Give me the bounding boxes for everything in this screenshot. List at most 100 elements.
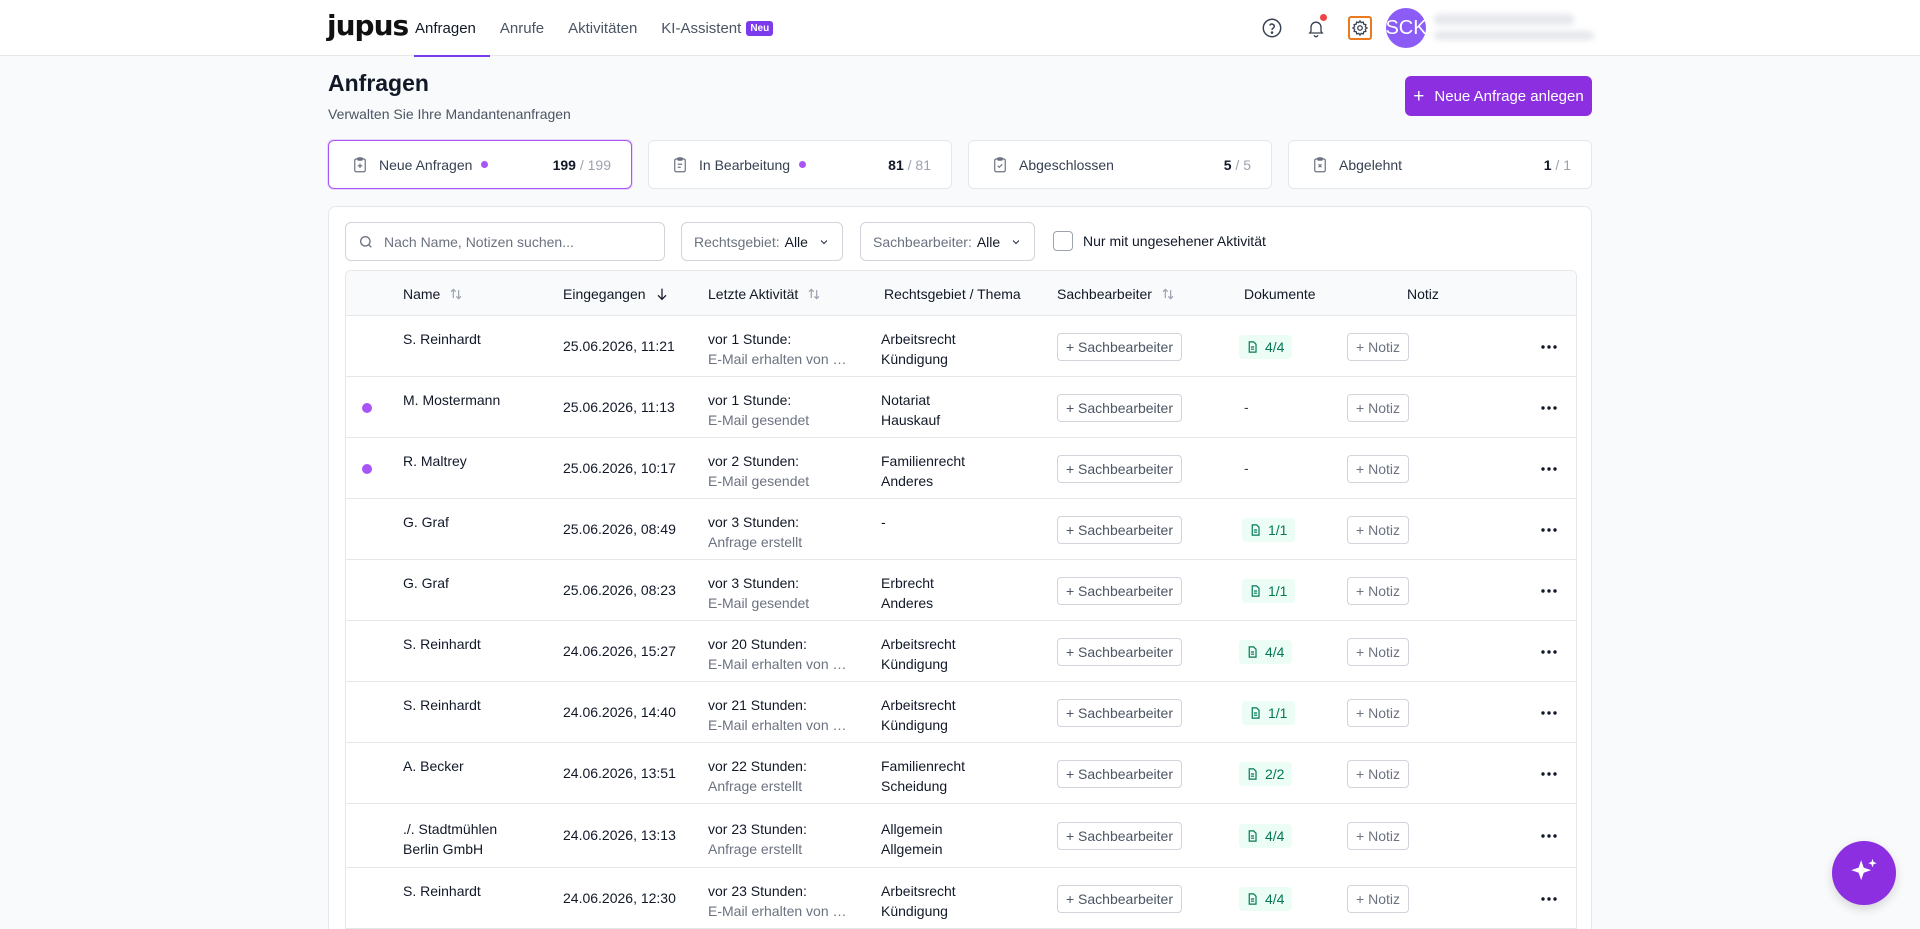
row-legal-area: Arbeitsrecht Kündigung — [881, 634, 956, 674]
assign-sachbearbeiter-button[interactable]: + Sachbearbeiter — [1057, 822, 1182, 850]
table-row[interactable]: S. Reinhardt 24.06.2026, 15:27 vor 20 Stun… — [346, 621, 1576, 682]
rechtsgebiet-filter[interactable]: Rechtsgebiet: Alle — [681, 222, 843, 261]
row-more-button[interactable] — [1539, 337, 1559, 357]
assign-sachbearbeiter-button[interactable]: + Sachbearbeiter — [1057, 759, 1182, 788]
row-activity-detail: E-Mail erhalten von … — [708, 717, 847, 733]
row-activity-time: vor 23 Stunden: — [708, 821, 807, 837]
add-note-button[interactable]: + Notiz — [1347, 332, 1409, 361]
page-title: Anfragen — [328, 70, 429, 96]
row-more-button[interactable] — [1539, 826, 1559, 846]
documents-badge[interactable]: 4/4 — [1239, 639, 1293, 664]
documents-badge[interactable]: 1/1 — [1242, 700, 1296, 725]
row-more-button[interactable] — [1539, 459, 1559, 479]
nav-tab-anrufe[interactable]: Anrufe — [500, 0, 544, 56]
new-request-button[interactable]: + Neue Anfrage anlegen — [1405, 76, 1592, 116]
documents-badge[interactable]: 1/1 — [1242, 517, 1296, 542]
column-header-eingegangen[interactable]: Eingegangen — [563, 271, 670, 316]
row-received-date: 24.06.2026, 12:30 — [563, 889, 676, 906]
assign-sachbearbeiter-button[interactable]: + Sachbearbeiter — [1057, 393, 1182, 422]
add-note-button[interactable]: + Notiz — [1347, 515, 1409, 544]
table-row[interactable]: S. Reinhardt 24.06.2026, 12:30 vor 23 Stun… — [346, 868, 1576, 929]
column-header-letzte-aktivitaet[interactable]: Letzte Aktivität — [708, 271, 822, 316]
unseen-activity-dot — [362, 402, 372, 413]
column-header-sachbearbeiter[interactable]: Sachbearbeiter — [1057, 271, 1176, 316]
row-name-line: S. Reinhardt — [403, 697, 481, 713]
table-row[interactable]: G. Graf 25.06.2026, 08:49 vor 3 Stunden: An… — [346, 499, 1576, 560]
column-header-name[interactable]: Name — [403, 271, 464, 316]
unseen-activity-filter[interactable]: Nur mit ungesehener Aktivität — [1053, 231, 1266, 251]
status-card-abgelehnt[interactable]: Abgelehnt 1 / 1 — [1288, 140, 1592, 189]
add-note-button[interactable]: + Notiz — [1347, 637, 1409, 666]
assign-sachbearbeiter-button[interactable]: + Sachbearbeiter — [1057, 884, 1182, 913]
status-card-in-bearbeitung[interactable]: In Bearbeitung 81 / 81 — [648, 140, 952, 189]
add-note-button[interactable]: + Notiz — [1347, 759, 1409, 788]
add-note-button[interactable]: + Notiz — [1347, 698, 1409, 727]
help-button[interactable] — [1256, 12, 1288, 44]
table-row[interactable]: ./. Stadtmühlen Berlin GmbH 24.06.2026, 13… — [346, 804, 1576, 868]
sachbearbeiter-filter[interactable]: Sachbearbeiter: Alle — [860, 222, 1036, 261]
status-card-neue-anfragen[interactable]: Neue Anfragen 199 / 199 — [328, 140, 632, 189]
user-avatar[interactable]: SCK — [1385, 8, 1427, 48]
row-more-button[interactable] — [1539, 581, 1559, 601]
add-note-button[interactable]: + Notiz — [1347, 393, 1409, 422]
status-card-label: Abgeschlossen — [1019, 156, 1114, 173]
row-more-button[interactable] — [1539, 703, 1559, 723]
settings-button[interactable] — [1344, 12, 1376, 44]
documents-badge[interactable]: 4/4 — [1239, 886, 1293, 911]
row-more-button[interactable] — [1539, 889, 1559, 909]
assign-sachbearbeiter-button[interactable]: + Sachbearbeiter — [1057, 515, 1182, 544]
row-activity-time: vor 3 Stunden: — [708, 514, 800, 530]
nav-tab-anfragen[interactable]: Anfragen — [414, 0, 490, 57]
row-more-button[interactable] — [1539, 642, 1559, 662]
row-more-button[interactable] — [1539, 398, 1559, 418]
documents-badge[interactable]: 2/2 — [1239, 761, 1293, 786]
row-more-button[interactable] — [1539, 520, 1559, 540]
row-area: Allgemein — [881, 821, 943, 837]
jupus-logo[interactable]: jupus — [327, 11, 409, 41]
unseen-activity-checkbox[interactable] — [1053, 231, 1073, 251]
rechtsgebiet-filter-label: Rechtsgebiet: — [694, 233, 780, 250]
notifications-button[interactable] — [1300, 12, 1332, 44]
column-header-label: Notiz — [1407, 285, 1439, 302]
column-header-notiz: Notiz — [1407, 271, 1439, 316]
row-last-activity: vor 23 Stunden: E-Mail erhalten von … — [708, 881, 847, 921]
status-card-label: Abgelehnt — [1339, 156, 1403, 173]
row-name: S. Reinhardt — [403, 881, 481, 901]
nav-tab-aktivitaeten[interactable]: Aktivitäten — [568, 0, 637, 56]
assign-sachbearbeiter-button[interactable]: + Sachbearbeiter — [1057, 332, 1182, 361]
search-box[interactable] — [345, 222, 665, 261]
search-input[interactable] — [384, 233, 644, 250]
add-note-button[interactable]: + Notiz — [1347, 822, 1409, 850]
ai-assistant-button[interactable] — [1832, 841, 1896, 905]
table-row[interactable]: A. Becker 24.06.2026, 13:51 vor 22 Stunden… — [346, 743, 1576, 804]
documents-badge[interactable]: 4/4 — [1239, 824, 1293, 848]
row-name-line: S. Reinhardt — [403, 636, 481, 652]
unseen-activity-dot — [362, 463, 372, 474]
user-info-redacted[interactable] — [1434, 14, 1600, 44]
row-more-button[interactable] — [1539, 764, 1559, 784]
documents-badge[interactable]: 4/4 — [1239, 334, 1293, 359]
nav-tab-ki-assistent[interactable]: KI-Assistent Neu — [661, 0, 774, 56]
status-card-abgeschlossen[interactable]: Abgeschlossen 5 / 5 — [968, 140, 1272, 189]
main-nav: Anfragen Anrufe Aktivitäten KI-Assistent… — [414, 0, 797, 57]
assign-sachbearbeiter-button[interactable]: + Sachbearbeiter — [1057, 698, 1182, 727]
assign-sachbearbeiter-button[interactable]: + Sachbearbeiter — [1057, 637, 1182, 666]
table-row[interactable]: R. Maltrey 25.06.2026, 10:17 vor 2 Stunden… — [346, 438, 1576, 499]
documents-badge[interactable]: 1/1 — [1242, 578, 1296, 603]
table-row[interactable]: S. Reinhardt 24.06.2026, 14:40 vor 21 Stun… — [346, 682, 1576, 743]
row-received-date: 25.06.2026, 11:21 — [563, 337, 675, 354]
assign-sachbearbeiter-button[interactable]: + Sachbearbeiter — [1057, 454, 1182, 483]
table-row[interactable]: S. Reinhardt 25.06.2026, 11:21 vor 1 Stund… — [346, 316, 1576, 377]
row-activity-time: vor 20 Stunden: — [708, 636, 807, 652]
row-name: A. Becker — [403, 756, 464, 776]
assign-sachbearbeiter-button[interactable]: + Sachbearbeiter — [1057, 576, 1182, 605]
add-note-button[interactable]: + Notiz — [1347, 576, 1409, 605]
add-note-button[interactable]: + Notiz — [1347, 454, 1409, 483]
sort-icon — [1160, 286, 1176, 302]
table-row[interactable]: M. Mostermann 25.06.2026, 11:13 vor 1 Stun… — [346, 377, 1576, 438]
document-icon — [1248, 767, 1257, 780]
row-topic: Scheidung — [881, 778, 948, 794]
add-note-button[interactable]: + Notiz — [1347, 884, 1409, 913]
row-activity-time: vor 1 Stunde: — [708, 392, 792, 408]
table-row[interactable]: G. Graf 25.06.2026, 08:23 vor 3 Stunden: E-… — [346, 560, 1576, 621]
